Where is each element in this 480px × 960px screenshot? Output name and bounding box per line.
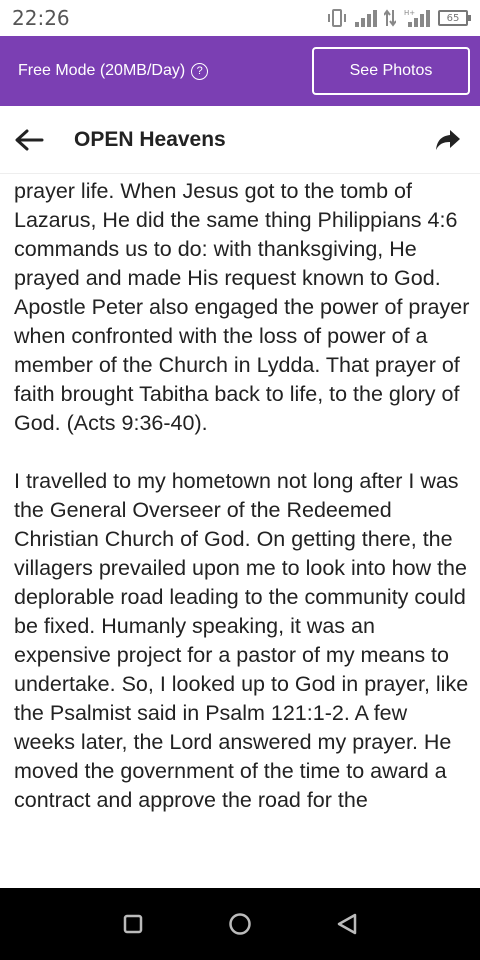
status-time: 22:26 (12, 6, 70, 30)
free-mode-info[interactable]: Free Mode (20MB/Day) ? (18, 62, 209, 80)
article-paragraph: I travelled to my hometown not long afte… (14, 469, 469, 812)
app-header: OPEN Heavens (0, 106, 480, 174)
data-arrows-icon (384, 9, 396, 27)
triangle-back-icon[interactable] (327, 904, 367, 944)
article-paragraph: then every Christian must have an effect… (14, 179, 470, 435)
signal-icon (355, 10, 377, 27)
vibrate-icon (328, 9, 346, 27)
circle-icon[interactable] (220, 904, 260, 944)
square-icon[interactable] (113, 904, 153, 944)
free-mode-label: Free Mode (20MB/Day) (18, 62, 186, 79)
article-scroll-area[interactable]: then every Christian must have an effect… (0, 174, 480, 888)
free-mode-banner: Free Mode (20MB/Day) ? See Photos (0, 36, 480, 106)
arrow-left-icon[interactable] (14, 118, 58, 162)
page-title: OPEN Heavens (74, 127, 226, 151)
signal-hplus-icon: H+ (404, 9, 430, 27)
battery-level: 65 (446, 12, 460, 24)
battery-icon: 65 (438, 10, 471, 26)
article-body: then every Christian must have an effect… (14, 174, 472, 844)
question-circle-icon[interactable]: ? (191, 62, 209, 80)
svg-text:H+: H+ (404, 9, 415, 17)
share-arrow-icon[interactable] (430, 122, 466, 158)
status-bar: 22:26 H+ 65 (0, 0, 480, 36)
status-icons: H+ 65 (326, 8, 471, 28)
see-photos-button[interactable]: See Photos (312, 47, 470, 95)
system-nav-bar (0, 888, 480, 960)
